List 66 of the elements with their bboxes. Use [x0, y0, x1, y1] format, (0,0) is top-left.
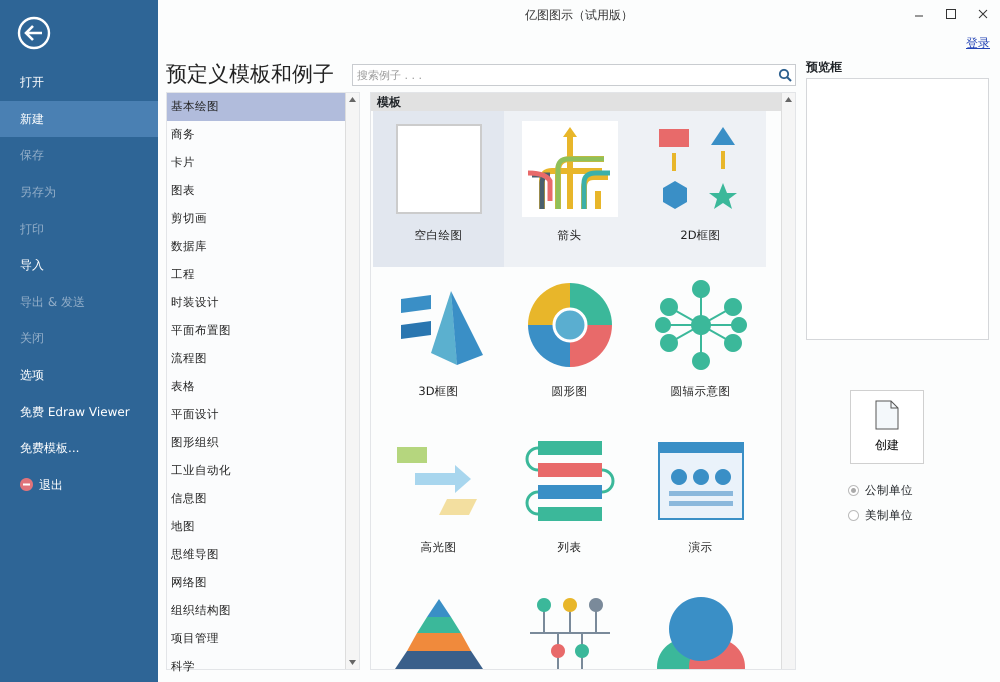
search-icon[interactable] — [778, 68, 792, 82]
category-item[interactable]: 平面布置图 — [167, 317, 345, 345]
menu-item[interactable]: 打开 — [0, 64, 158, 101]
template-card[interactable]: 演示 — [635, 423, 766, 579]
radio-button[interactable] — [848, 510, 859, 521]
create-button[interactable]: 创建 — [850, 390, 924, 464]
template-label: 3D框图 — [418, 383, 459, 400]
template-card[interactable]: 空白绘图 — [373, 111, 504, 267]
stop-icon — [20, 478, 33, 492]
template-card[interactable]: 箭头 — [504, 111, 635, 267]
scroll-up-icon[interactable] — [349, 97, 356, 102]
template-card[interactable]: 3D框图 — [373, 267, 504, 423]
category-item[interactable]: 项目管理 — [167, 625, 345, 653]
document-icon — [874, 400, 900, 430]
category-item[interactable]: 剪切画 — [167, 205, 345, 233]
template-card[interactable]: 高光图 — [373, 423, 504, 579]
preview-title: 预览框 — [806, 59, 842, 76]
back-icon[interactable] — [17, 16, 51, 50]
template-card[interactable]: 圆辐示意图 — [635, 267, 766, 423]
category-item[interactable]: 组织结构图 — [167, 597, 345, 625]
page-heading: 预定义模板和例子 — [166, 61, 334, 88]
scrollbar[interactable] — [781, 93, 795, 669]
template-label: 圆形图 — [552, 383, 588, 400]
category-item[interactable]: 科学 — [167, 653, 345, 681]
category-item[interactable]: 地图 — [167, 513, 345, 541]
category-item[interactable]: 平面设计 — [167, 401, 345, 429]
menu-item[interactable]: 免费模板... — [0, 430, 158, 467]
template-label: 圆辐示意图 — [670, 383, 730, 400]
category-item[interactable]: 基本绘图 — [167, 93, 345, 121]
category-item[interactable]: 思维导图 — [167, 541, 345, 569]
category-item[interactable]: 卡片 — [167, 149, 345, 177]
template-card[interactable]: 列表 — [504, 423, 635, 579]
template-label: 空白绘图 — [414, 227, 462, 244]
category-item[interactable]: 网络图 — [167, 569, 345, 597]
category-item[interactable]: 工业自动化 — [167, 457, 345, 485]
menu-item[interactable]: 免费 Edraw Viewer — [0, 393, 158, 430]
template-label: 箭头 — [558, 227, 582, 244]
scrollbar[interactable] — [345, 93, 359, 669]
category-item[interactable]: 表格 — [167, 373, 345, 401]
category-item[interactable]: 时装设计 — [167, 289, 345, 317]
menu-item[interactable]: 新建 — [0, 100, 158, 138]
template-card[interactable]: 2D框图 — [635, 111, 766, 267]
category-item[interactable]: 图表 — [167, 177, 345, 205]
category-item[interactable]: 信息图 — [167, 485, 345, 513]
window-title: 亿图图示（试用版） — [525, 7, 633, 24]
menu-item[interactable]: 导入 — [0, 246, 158, 284]
template-label: 演示 — [688, 539, 712, 556]
menu-item[interactable]: 选项 — [0, 356, 158, 394]
category-item[interactable]: 商务 — [167, 121, 345, 149]
template-card[interactable]: 圆形图 — [504, 267, 635, 423]
section-header: 模板 — [371, 93, 781, 111]
search-field[interactable]: 搜索例子 . . . — [352, 64, 796, 86]
category-item[interactable]: 工程 — [167, 261, 345, 289]
template-label: 列表 — [558, 539, 582, 556]
category-item[interactable]: 流程图 — [167, 345, 345, 373]
unit-radio[interactable]: 公制单位 — [848, 478, 913, 503]
scroll-down-icon[interactable] — [349, 660, 356, 665]
scroll-up-icon[interactable] — [785, 97, 792, 102]
category-item[interactable]: 数据库 — [167, 233, 345, 261]
template-label: 高光图 — [420, 539, 456, 556]
menu-item[interactable]: 退出 — [0, 466, 158, 504]
unit-radio[interactable]: 美制单位 — [848, 503, 913, 528]
radio-button[interactable] — [848, 485, 859, 496]
category-item[interactable]: 图形组织 — [167, 429, 345, 457]
template-label: 2D框图 — [680, 227, 721, 244]
login-link[interactable]: 登录 — [966, 34, 990, 52]
